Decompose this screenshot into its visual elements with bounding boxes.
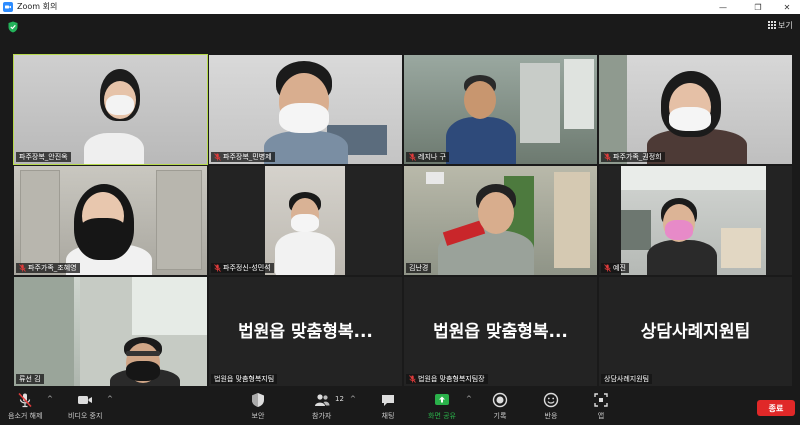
smiley-face-icon: [543, 392, 559, 408]
participant-tile[interactable]: 김난경: [404, 166, 597, 275]
muted-mic-icon: [214, 264, 221, 272]
restore-button[interactable]: ❐: [745, 0, 771, 14]
participant-display-name: 법원읍 맞춤형복...: [238, 322, 373, 342]
participant-tile[interactable]: 레지나 구: [404, 55, 597, 164]
participant-video: [14, 55, 207, 164]
apps-button[interactable]: 앱: [593, 392, 609, 421]
participants-options-caret[interactable]: ^: [350, 395, 356, 403]
muted-mic-icon: [409, 375, 416, 383]
share-options-caret[interactable]: ^: [466, 395, 472, 403]
muted-mic-icon: [214, 153, 221, 161]
participant-name-label: 파주장복_민병제: [211, 152, 275, 162]
stop-video-button[interactable]: 비디오 중지: [68, 392, 102, 421]
participant-name-label: 류선 김: [16, 374, 44, 384]
encryption-shield-icon[interactable]: [8, 21, 18, 33]
end-meeting-button[interactable]: 종료: [757, 400, 795, 416]
participant-display-name: 법원읍 맞춤형복...: [433, 322, 568, 342]
participant-name-label: 파주가족_조혜영: [16, 263, 80, 273]
security-button[interactable]: 보안: [250, 392, 266, 421]
participant-name-label: 법원읍 맞춤형복지팀장: [406, 374, 488, 384]
video-camera-icon: [77, 392, 93, 408]
participant-video: [265, 166, 345, 275]
participant-tile[interactable]: 파주가족_권정희: [599, 55, 792, 164]
participant-tile[interactable]: 파주정신-성민석: [209, 166, 402, 275]
participants-count: 12: [335, 395, 344, 403]
apps-icon: [593, 392, 609, 408]
participant-name-label: 파주장복_안진옥: [16, 152, 71, 162]
participant-tile[interactable]: 파주장복_안진옥: [13, 54, 208, 165]
participant-tile[interactable]: 파주가족_조혜영: [14, 166, 207, 275]
minimize-button[interactable]: —: [710, 0, 736, 14]
participant-video: [404, 55, 597, 164]
zoom-meeting-window: Zoom 회의 — ❐ ✕ 보기 파주장복_안진옥 파주장복_민병제 레지나 구…: [0, 0, 800, 425]
participant-video: [14, 166, 207, 275]
participants-icon: [314, 392, 330, 408]
participant-video: [209, 55, 402, 164]
participant-tile[interactable]: 상담사례지원팀 상담사례지원팀: [599, 277, 792, 386]
participant-name-label: 파주정신-성민석: [211, 263, 274, 273]
muted-mic-icon: [604, 264, 611, 272]
grid-view-icon: [768, 21, 776, 29]
view-button[interactable]: 보기: [768, 18, 793, 32]
participants-button[interactable]: 참가자: [312, 392, 331, 421]
muted-microphone-icon: [17, 392, 33, 408]
record-icon: [492, 392, 508, 408]
participant-video: [404, 166, 597, 275]
chat-bubble-icon: [380, 392, 396, 408]
title-bar: Zoom 회의 — ❐ ✕: [0, 0, 800, 14]
zoom-app-icon: [3, 2, 13, 12]
reactions-button[interactable]: 반응: [543, 392, 559, 421]
muted-mic-icon: [19, 264, 26, 272]
participant-name-label: 예진: [601, 263, 629, 273]
meeting-toolbar: 음소거 해제 ^ 비디오 중지 ^ 보안 참가자 12 ^ 채팅 화면 공유 ^…: [0, 389, 800, 425]
record-button[interactable]: 기록: [492, 392, 508, 421]
security-shield-icon: [250, 392, 266, 408]
video-options-caret[interactable]: ^: [107, 395, 113, 403]
participant-tile[interactable]: 류선 김: [14, 277, 207, 386]
muted-mic-icon: [604, 153, 611, 161]
chat-button[interactable]: 채팅: [380, 392, 396, 421]
participant-name-label: 김난경: [406, 263, 432, 273]
unmute-button[interactable]: 음소거 해제: [8, 392, 42, 421]
participant-name-label: 상담사례지원팀: [601, 374, 653, 384]
participant-name-label: 법원읍 맞춤형복지팀: [211, 374, 278, 384]
window-title: Zoom 회의: [17, 2, 58, 11]
share-screen-button[interactable]: 화면 공유: [428, 392, 456, 421]
participant-tile[interactable]: 파주장복_민병제: [209, 55, 402, 164]
participant-video: [599, 55, 792, 164]
close-button[interactable]: ✕: [774, 0, 800, 14]
participant-name-label: 파주가족_권정희: [601, 152, 665, 162]
participant-video: [621, 166, 766, 275]
participant-tile[interactable]: 예진: [599, 166, 792, 275]
view-label: 보기: [778, 20, 793, 30]
participant-tile[interactable]: 법원읍 맞춤형복... 법원읍 맞춤형복지팀장: [404, 277, 597, 386]
audio-options-caret[interactable]: ^: [47, 395, 53, 403]
participant-name-label: 레지나 구: [406, 152, 449, 162]
share-screen-icon: [434, 392, 450, 408]
muted-mic-icon: [409, 153, 416, 161]
participant-video: [14, 277, 207, 386]
participant-display-name: 상담사례지원팀: [640, 322, 751, 342]
participant-tile[interactable]: 법원읍 맞춤형복... 법원읍 맞춤형복지팀: [209, 277, 402, 386]
